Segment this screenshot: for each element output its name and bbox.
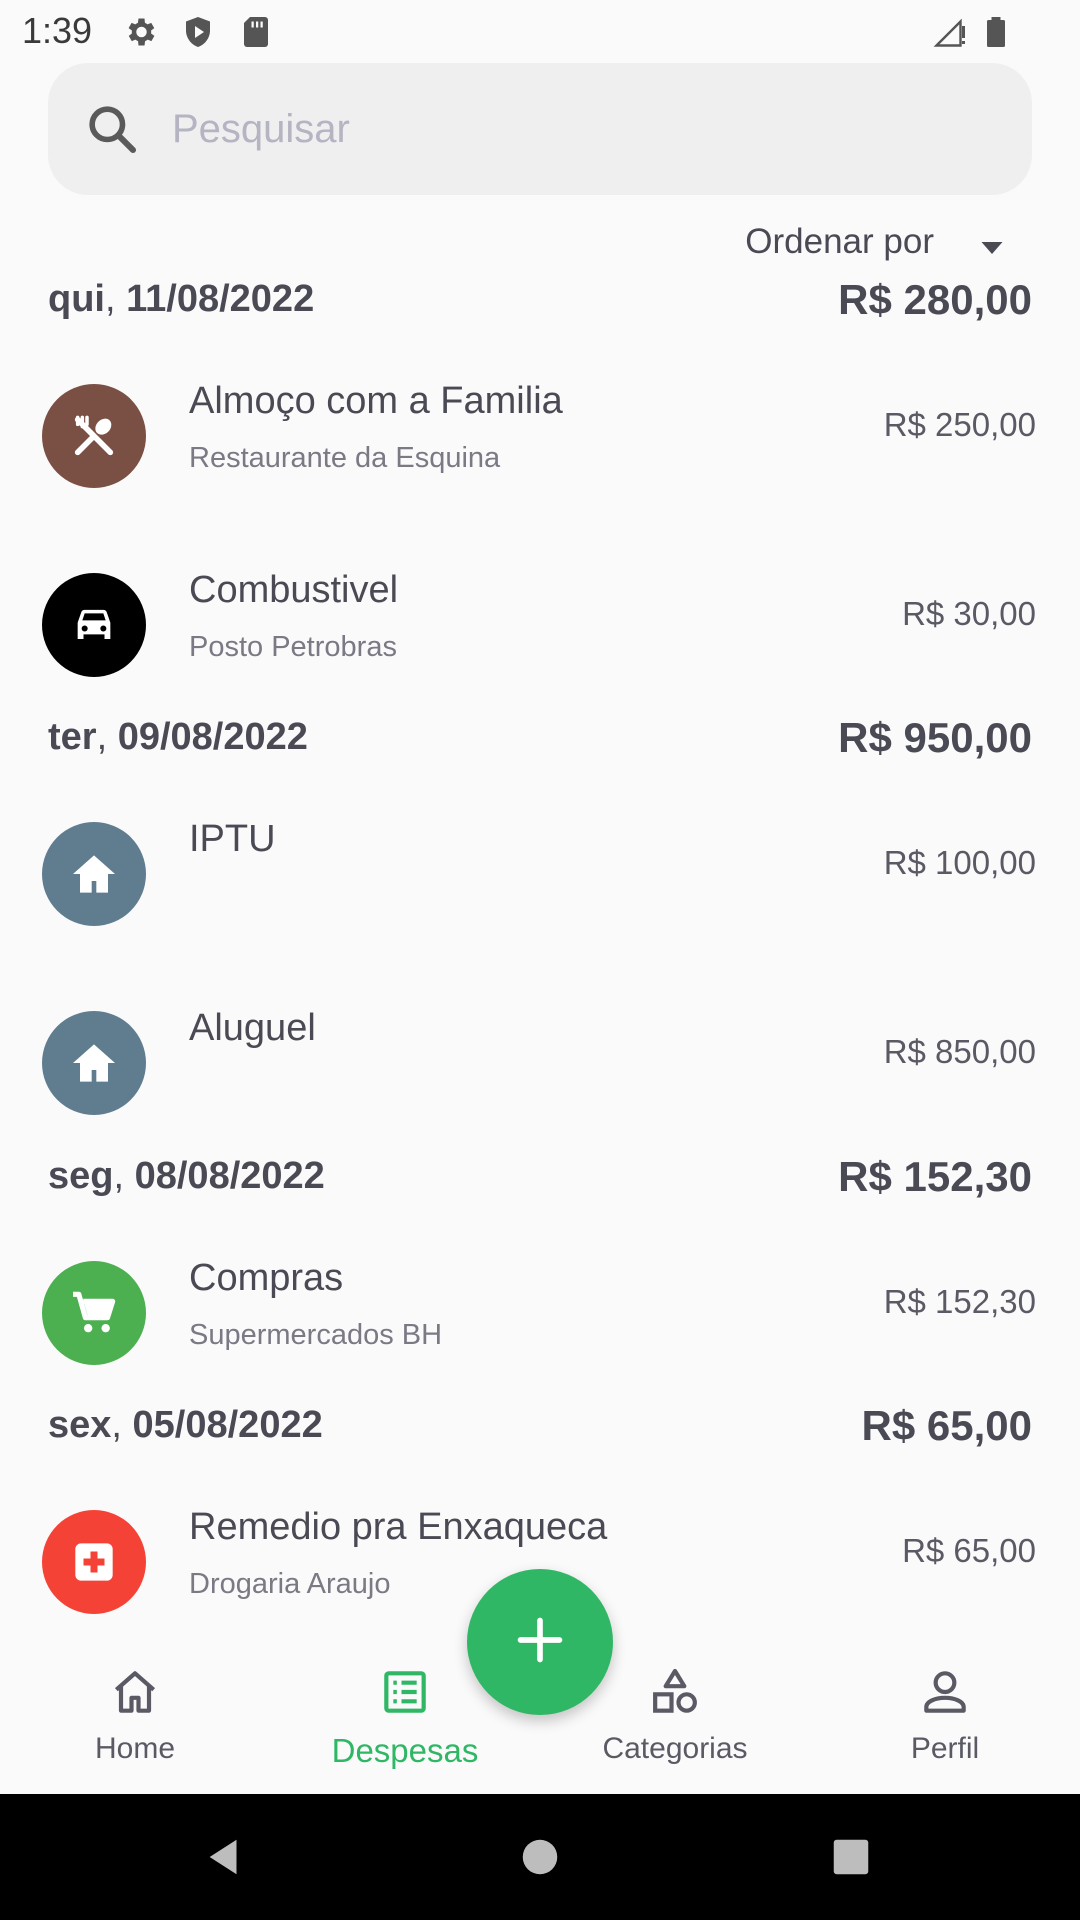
status-time: 1:39	[22, 10, 93, 51]
battery-icon	[978, 14, 1014, 50]
item-subtitle: Supermercados BH	[189, 1319, 443, 1351]
group-date: sex, 05/08/2022	[48, 1404, 323, 1446]
sort-dropdown[interactable]: Ordenar por	[745, 214, 1010, 270]
recents-icon[interactable]	[828, 1834, 874, 1880]
item-value: R$ 100,00	[883, 844, 1036, 881]
system-navigation-bar	[0, 1794, 1080, 1920]
shapes-icon	[647, 1664, 703, 1720]
back-icon[interactable]	[202, 1834, 248, 1880]
restaurant-icon	[42, 384, 146, 488]
item-title: Almoço com a Familia	[189, 380, 563, 422]
home-circle-icon[interactable]	[517, 1834, 563, 1880]
home-icon	[107, 1664, 163, 1720]
list-item[interactable]: Combustivel Posto Petrobras R$ 30,00	[0, 543, 1080, 693]
list-item[interactable]: Aluguel R$ 850,00	[0, 981, 1080, 1131]
nav-item-perfil[interactable]: Perfil	[810, 1640, 1080, 1794]
group-date: qui, 11/08/2022	[48, 278, 315, 320]
date-group-header: qui, 11/08/2022 R$ 280,00	[48, 270, 1032, 340]
cart-icon	[42, 1261, 146, 1365]
item-value: R$ 30,00	[902, 595, 1036, 632]
group-date: seg, 08/08/2022	[48, 1155, 325, 1197]
group-total: R$ 280,00	[838, 276, 1032, 323]
group-total: R$ 65,00	[861, 1402, 1032, 1449]
item-title: Combustivel	[189, 569, 399, 611]
list-item[interactable]: IPTU R$ 100,00	[0, 792, 1080, 942]
date-group-header: ter, 09/08/2022 R$ 950,00	[48, 708, 1032, 778]
add-expense-button[interactable]	[467, 1569, 613, 1715]
search-bar[interactable]	[48, 63, 1032, 195]
item-value: R$ 152,30	[883, 1283, 1036, 1320]
nav-label: Perfil	[910, 1732, 980, 1765]
chevron-down-icon	[974, 230, 1010, 266]
person-icon	[917, 1664, 973, 1720]
gear-icon	[122, 14, 158, 50]
shield-icon	[180, 14, 216, 50]
signal-icon	[932, 14, 968, 50]
group-total: R$ 152,30	[838, 1153, 1032, 1200]
date-group-header: seg, 08/08/2022 R$ 152,30	[48, 1147, 1032, 1217]
item-subtitle: Drogaria Araujo	[189, 1568, 391, 1600]
item-title: Aluguel	[189, 1007, 316, 1049]
item-subtitle: Restaurante da Esquina	[189, 442, 501, 474]
group-total: R$ 950,00	[838, 714, 1032, 761]
sd-card-icon	[238, 14, 274, 50]
sort-label: Ordenar por	[745, 222, 934, 261]
item-value: R$ 65,00	[902, 1532, 1036, 1569]
item-title: IPTU	[189, 818, 276, 860]
list-icon	[377, 1664, 433, 1720]
item-title: Remedio pra Enxaqueca	[189, 1506, 608, 1548]
nav-label: Categorias	[602, 1732, 748, 1765]
search-icon	[84, 101, 140, 157]
list-item[interactable]: Compras Supermercados BH R$ 152,30	[0, 1231, 1080, 1381]
date-group-header: sex, 05/08/2022 R$ 65,00	[48, 1396, 1032, 1466]
item-value: R$ 850,00	[883, 1033, 1036, 1070]
car-icon	[42, 573, 146, 677]
nav-label: Home	[94, 1732, 176, 1765]
list-item[interactable]: Almoço com a Familia Restaurante da Esqu…	[0, 354, 1080, 504]
search-input[interactable]	[172, 93, 992, 165]
house-icon	[42, 822, 146, 926]
item-subtitle: Posto Petrobras	[189, 631, 397, 663]
medical-icon	[42, 1510, 146, 1614]
house-icon	[42, 1011, 146, 1115]
item-value: R$ 250,00	[883, 406, 1036, 443]
group-date: ter, 09/08/2022	[48, 716, 308, 758]
nav-label: Despesas	[331, 1732, 479, 1769]
status-bar: 1:39	[0, 0, 1080, 64]
item-title: Compras	[189, 1257, 344, 1299]
plus-icon	[514, 1614, 566, 1671]
nav-item-home[interactable]: Home	[0, 1640, 270, 1794]
